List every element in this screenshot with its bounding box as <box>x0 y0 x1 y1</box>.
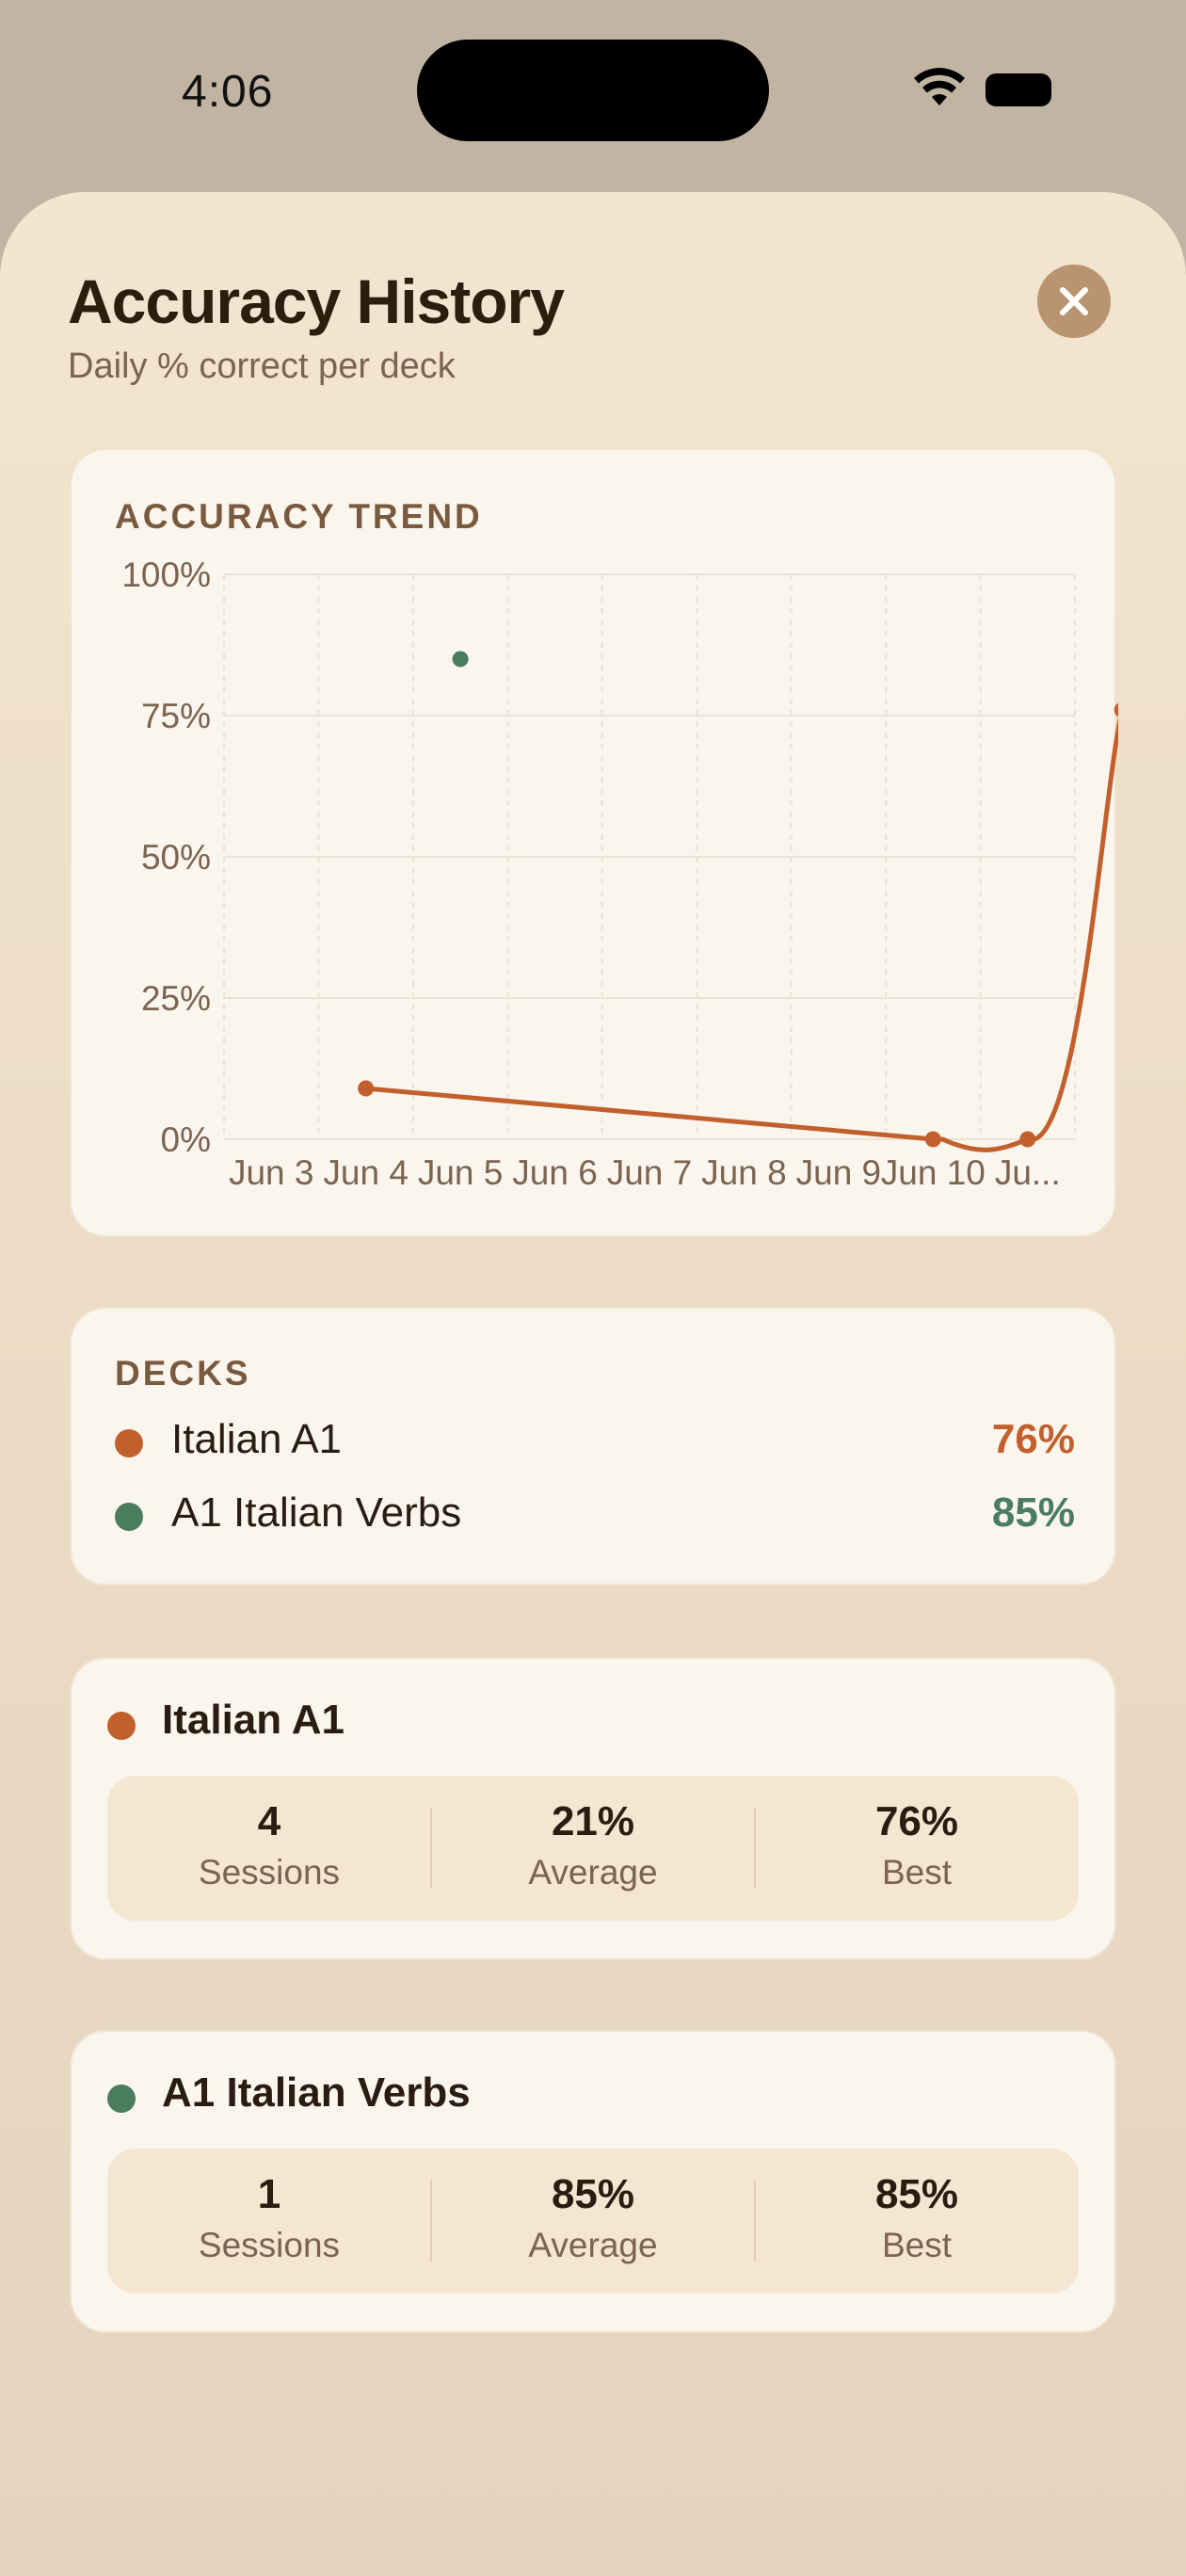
stat-label: Average <box>528 2226 658 2264</box>
stat-value: 4 <box>257 1798 281 1844</box>
x-tick-label: Ju... <box>995 1153 1061 1192</box>
dynamic-island <box>417 40 769 141</box>
close-button[interactable] <box>1037 265 1111 338</box>
y-tick-label: 75% <box>141 697 211 735</box>
x-tick-label: Jun 5 <box>418 1153 504 1192</box>
legend-item-italian-a1: Italian A1 76% <box>115 1414 1075 1471</box>
page-subtitle: Daily % correct per deck <box>68 346 456 386</box>
accuracy-trend-card: ACCURACY TREND 100% 75% 50% 25% 0% Jun 3 Jun 4… <box>70 448 1118 1237</box>
legend-item-a1-italian-verbs: A1 Italian Verbs 85% <box>115 1488 1075 1544</box>
stat-label: Average <box>528 1853 658 1892</box>
y-tick-label: 25% <box>141 979 211 1018</box>
decks-card: DECKS Italian A1 76% A1 Italian Verbs 85… <box>70 1307 1116 1586</box>
y-tick-label: 100% <box>121 555 211 594</box>
stat-average: 21% Average <box>431 1776 755 1921</box>
stat-label: Best <box>881 2226 953 2264</box>
x-tick-label: Jun 3 <box>229 1153 314 1192</box>
decks-label: DECKS <box>115 1354 251 1393</box>
stat-value: 85% <box>551 2171 635 2217</box>
stat-value: 21% <box>551 1798 635 1844</box>
page-title: Accuracy History <box>68 266 565 336</box>
deck-name: Italian A1 <box>162 1697 345 1743</box>
stat-value: 1 <box>257 2171 281 2217</box>
data-point <box>1114 702 1118 717</box>
stat-sessions: 4 Sessions <box>107 1776 431 1921</box>
legend-name: A1 Italian Verbs <box>171 1489 462 1536</box>
stat-best: 85% Best <box>755 2149 1079 2294</box>
accuracy-trend-chart: 100% 75% 50% 25% 0% Jun 3 Jun 4 Jun 5 Jun 6 Jun 7… <box>121 555 1118 1192</box>
series-line <box>363 716 1118 1152</box>
stat-label: Sessions <box>198 1853 341 1892</box>
stat-average: 85% Average <box>431 2149 755 2294</box>
deck-stats: 4 Sessions 21% Average 76% Best <box>107 1776 1079 1921</box>
x-tick-label: Jun 10 <box>881 1153 986 1192</box>
data-point <box>1019 1131 1036 1148</box>
x-tick-label: Jun 4 <box>323 1153 409 1192</box>
x-tick-label: Jun 8 <box>701 1153 787 1192</box>
status-time: 4:06 <box>182 67 274 117</box>
deck-card-a1-italian-verbs: A1 Italian Verbs 1 Sessions 85% Average … <box>70 2030 1116 2333</box>
x-tick-label: Jun 6 <box>512 1153 598 1192</box>
x-tick-label: Jun 7 <box>607 1153 693 1192</box>
y-tick-label: 0% <box>161 1120 211 1159</box>
deck-name: A1 Italian Verbs <box>162 2069 471 2116</box>
status-bar: 4:06 <box>0 0 1186 188</box>
accuracy-history-sheet: Accuracy History Daily % correct per dec… <box>0 192 1186 2576</box>
legend-dot <box>115 1503 143 1531</box>
deck-stats: 1 Sessions 85% Average 85% Best <box>107 2149 1079 2294</box>
legend-dot <box>115 1429 143 1457</box>
data-point <box>452 651 469 668</box>
legend-name: Italian A1 <box>171 1416 343 1462</box>
x-tick-label: Jun 9 <box>796 1153 882 1192</box>
stat-value: 85% <box>874 2171 959 2217</box>
deck-card-italian-a1: Italian A1 4 Sessions 21% Average 76% Be… <box>70 1657 1116 1960</box>
wifi-icon <box>914 68 965 105</box>
battery-icon <box>986 73 1051 106</box>
legend-value: 76% <box>991 1416 1075 1462</box>
stat-sessions: 1 Sessions <box>107 2149 431 2294</box>
data-point <box>358 1080 375 1097</box>
deck-color-dot <box>107 2085 136 2113</box>
data-point <box>924 1131 941 1148</box>
stat-label: Best <box>881 1853 953 1892</box>
stat-value: 76% <box>874 1798 959 1844</box>
y-tick-label: 50% <box>141 838 211 877</box>
stat-best: 76% Best <box>755 1776 1079 1921</box>
legend-value: 85% <box>991 1489 1075 1536</box>
deck-color-dot <box>107 1712 136 1740</box>
stat-label: Sessions <box>198 2226 341 2264</box>
close-icon <box>1060 287 1088 315</box>
